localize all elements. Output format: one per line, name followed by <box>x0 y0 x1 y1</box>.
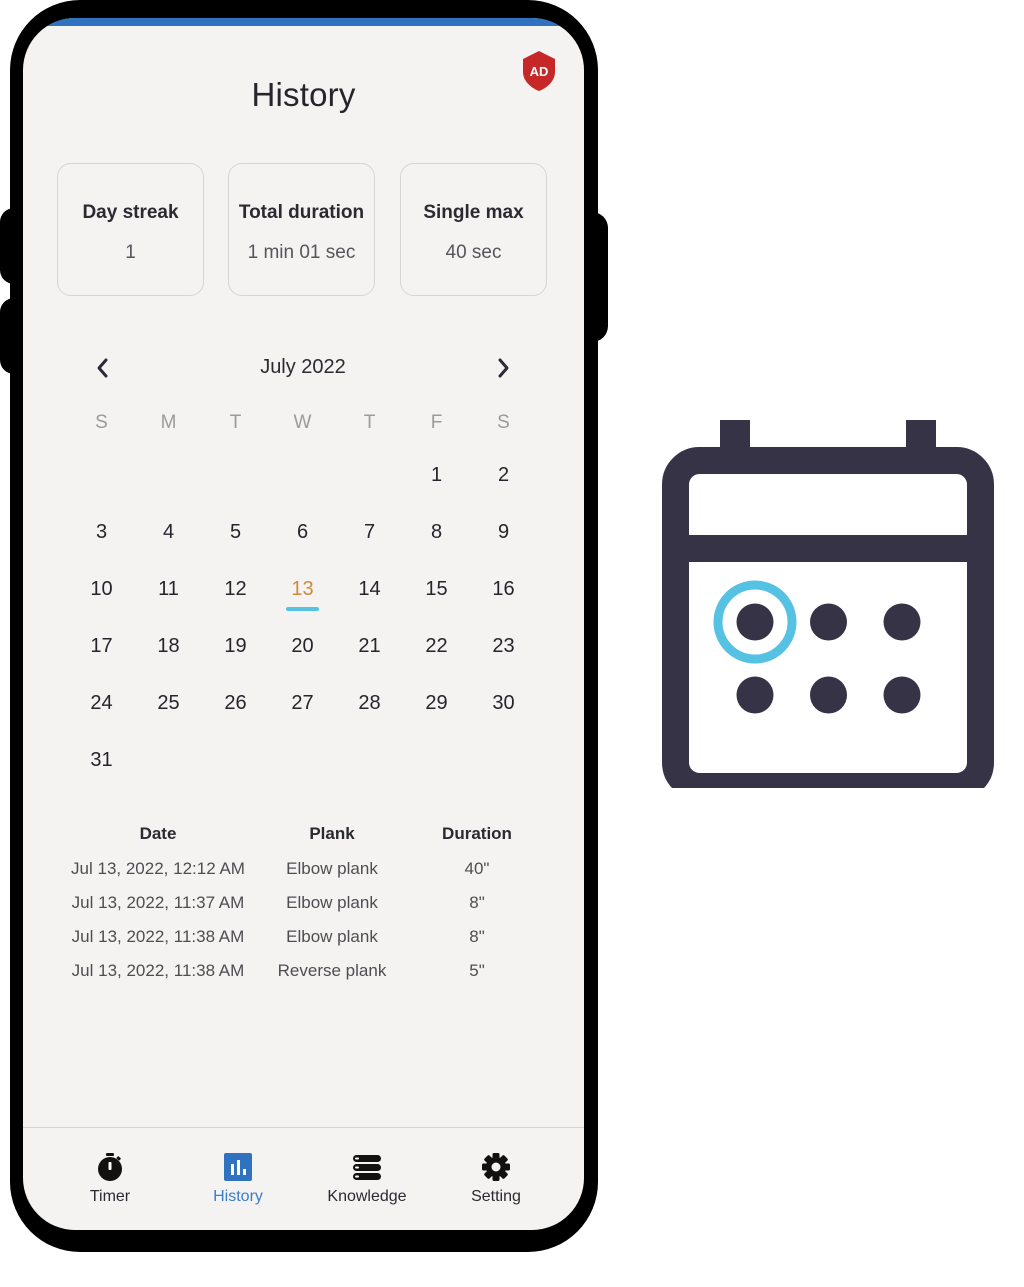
stat-label: Day streak <box>82 202 179 223</box>
duration-cell: 5" <box>469 961 485 980</box>
calendar-day[interactable]: 27 <box>269 692 336 715</box>
calendar-day[interactable]: 10 <box>68 578 135 601</box>
calendar-day[interactable]: 1 <box>403 464 470 487</box>
nav-label: History <box>213 1188 263 1205</box>
ad-shield-icon: AD <box>523 51 555 91</box>
calendar-day[interactable]: 22 <box>403 635 470 658</box>
stat-value: 1 <box>125 242 136 263</box>
calendar-day[interactable]: 29 <box>403 692 470 715</box>
svg-text:AD: AD <box>530 64 549 79</box>
calendar-day[interactable]: 23 <box>470 635 537 658</box>
stat-label: Total duration <box>238 202 365 223</box>
calendar-day[interactable]: 3 <box>68 521 135 544</box>
calendar-illustration-icon <box>662 420 994 788</box>
stats-row: Day streak 1 Total duration 1 min 01 sec… <box>57 163 550 298</box>
plank-cell: Elbow plank <box>286 893 378 912</box>
nav-label: Setting <box>471 1188 521 1205</box>
calendar-day[interactable]: 28 <box>336 692 403 715</box>
weekday-label: W <box>293 412 312 433</box>
weekday-label: T <box>363 412 376 433</box>
calendar-day[interactable]: 9 <box>470 521 537 544</box>
date-cell: Jul 13, 2022, 11:38 AM <box>71 961 245 980</box>
nav-history[interactable]: History <box>174 1128 302 1218</box>
gear-icon <box>482 1153 510 1181</box>
calendar-day[interactable]: 31 <box>68 749 135 772</box>
calendar-day[interactable]: 11 <box>135 578 202 601</box>
weekday-label: F <box>430 412 443 433</box>
table-header: Date <box>139 824 177 843</box>
date-cell: Jul 13, 2022, 11:37 AM <box>71 893 245 912</box>
nav-setting[interactable]: Setting <box>432 1128 560 1218</box>
calendar-day[interactable]: 19 <box>202 635 269 658</box>
bottom-nav: Timer History Knowledge Setting <box>23 1127 584 1230</box>
calendar-day[interactable]: 4 <box>135 521 202 544</box>
stat-value: 1 min 01 sec <box>247 242 356 263</box>
calendar-day[interactable]: 21 <box>336 635 403 658</box>
weekday-label: S <box>497 412 510 433</box>
volume-down-button <box>0 298 20 374</box>
calendar-day[interactable]: 25 <box>135 692 202 715</box>
calendar-day[interactable]: 16 <box>470 578 537 601</box>
bar-chart-icon <box>224 1153 252 1181</box>
calendar-day[interactable]: 7 <box>336 521 403 544</box>
calendar-day[interactable]: 26 <box>202 692 269 715</box>
calendar-day[interactable]: 14 <box>336 578 403 601</box>
table-header: Duration <box>442 824 512 843</box>
stat-card-total-duration: Total duration 1 min 01 sec <box>228 163 375 296</box>
weekday-label: T <box>229 412 242 433</box>
weekday-label: M <box>160 412 177 433</box>
month-label: July 2022 <box>260 356 346 378</box>
volume-up-button <box>0 208 20 284</box>
stat-value: 40 sec <box>445 242 502 263</box>
ad-badge-button[interactable]: AD <box>521 50 557 92</box>
duration-cell: 8" <box>469 927 485 946</box>
calendar-day[interactable]: 6 <box>269 521 336 544</box>
plank-cell: Reverse plank <box>277 961 387 980</box>
table-header: Plank <box>309 824 355 843</box>
selected-day-underline <box>286 607 319 611</box>
calendar-day[interactable]: 20 <box>269 635 336 658</box>
plank-cell: Elbow plank <box>286 859 378 878</box>
calendar-day[interactable]: 12 <box>202 578 269 601</box>
calendar-header: July 2022 <box>78 348 528 388</box>
calendar-day[interactable]: 15 <box>403 578 470 601</box>
calendar-day[interactable]: 5 <box>202 521 269 544</box>
calendar-day[interactable]: 18 <box>135 635 202 658</box>
calendar-day[interactable]: 24 <box>68 692 135 715</box>
weekday-label: S <box>95 412 108 433</box>
nav-timer[interactable]: Timer <box>46 1128 174 1218</box>
calendar-day[interactable]: 30 <box>470 692 537 715</box>
duration-cell: 8" <box>469 893 485 912</box>
stat-card-single-max: Single max 40 sec <box>400 163 547 296</box>
page-title: History <box>251 76 356 113</box>
calendar-day[interactable]: 17 <box>68 635 135 658</box>
status-bar <box>23 18 584 26</box>
list-icon <box>353 1155 381 1180</box>
calendar-day[interactable]: 2 <box>470 464 537 487</box>
calendar-day[interactable]: 8 <box>403 521 470 544</box>
stat-label: Single max <box>423 202 524 223</box>
date-cell: Jul 13, 2022, 11:38 AM <box>71 927 245 946</box>
stat-card-day-streak: Day streak 1 <box>57 163 204 296</box>
calendar-day-selected[interactable]: 13 <box>269 578 336 601</box>
nav-label: Knowledge <box>327 1188 407 1205</box>
stopwatch-icon <box>98 1153 122 1181</box>
date-cell: Jul 13, 2022, 12:12 AM <box>71 859 245 878</box>
chevron-right-icon <box>498 358 509 378</box>
app-screen: History AD Day streak 1 Total duration 1… <box>23 18 584 1230</box>
plank-cell: Elbow plank <box>286 927 378 946</box>
nav-label: Timer <box>89 1188 131 1205</box>
power-button <box>590 212 608 342</box>
nav-knowledge[interactable]: Knowledge <box>303 1128 431 1218</box>
next-month-button[interactable] <box>492 354 516 382</box>
duration-cell: 40" <box>464 859 490 878</box>
